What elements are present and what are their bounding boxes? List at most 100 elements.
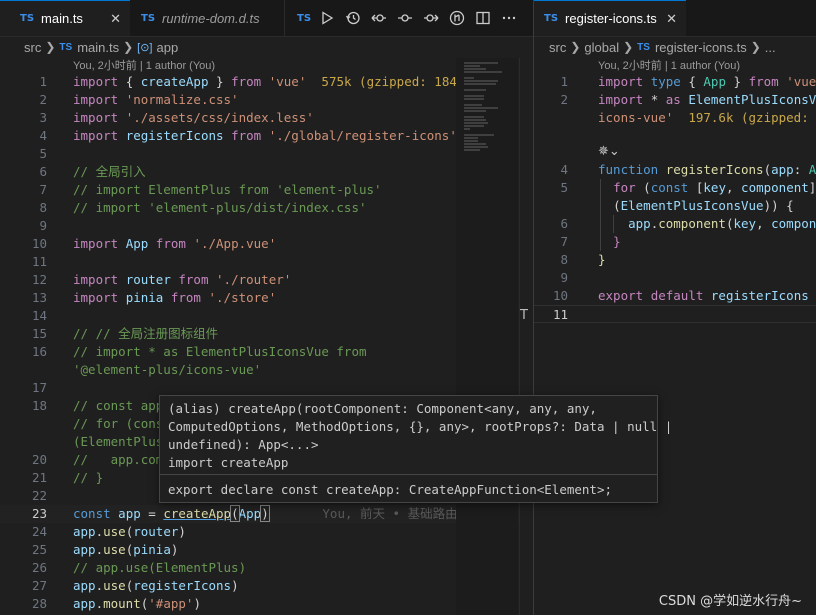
tab-main-ts[interactable]: TS main.ts ✕ [0, 0, 130, 36]
tab-runtime-dom[interactable]: TS runtime-dom.d.ts [130, 0, 285, 36]
code-line: 26// app.use(ElementPlus) [31, 560, 247, 575]
code-line: 7// import ElementPlus from 'element-plu… [39, 182, 382, 197]
code-line: 1 import { createApp } from 'vue' 575k (g… [39, 74, 487, 89]
code-line: 16// import * as ElementPlusIconsVue fro… [31, 344, 367, 359]
vertical-scrollbar[interactable] [519, 58, 533, 615]
sash-icon[interactable]: T [520, 308, 532, 323]
code-line: 5 [39, 146, 47, 161]
tab-label: runtime-dom.d.ts [162, 10, 260, 26]
chevron-right-icon: ❯ [45, 40, 56, 54]
minimap-line [464, 140, 478, 142]
minimap-line [464, 116, 484, 118]
code-line: 8// import 'element-plus/dist/index.css' [39, 200, 367, 215]
minimap-line [464, 98, 484, 100]
code-line: 24 app.use(router) [31, 524, 186, 539]
git-compare-icon[interactable] [444, 0, 470, 36]
tab-label: register-icons.ts [565, 11, 657, 26]
code-line: 3 import './assets/css/index.less' [39, 110, 314, 125]
minimap-line [464, 122, 488, 124]
code-line: 28 app.mount('#app') [31, 596, 201, 611]
ts-file-icon: TS [59, 41, 73, 53]
minimap-line [464, 137, 478, 139]
editor-group-left: TS main.ts ✕ TS runtime-dom.d.ts TS src … [0, 0, 533, 615]
hover-tooltip: (alias) createApp(rootComponent: Compone… [159, 395, 672, 503]
minimap-line [464, 125, 484, 127]
code-line: 1import type { App } from 'vue' [560, 74, 816, 89]
code-action-icon[interactable]: ✵⌄ [598, 144, 620, 159]
code-line-current: 11 [534, 305, 816, 323]
ts-file-icon: TS [20, 13, 35, 24]
code-line: icons-vue' 197.6k (gzipped: 44.1k) [598, 110, 809, 125]
go-forward-icon[interactable] [418, 0, 444, 36]
code-line: 13 import pinia from './store' [31, 290, 277, 305]
breadcrumb-file[interactable]: register-icons.ts [655, 40, 747, 55]
tab-register-icons[interactable]: TS register-icons.ts ✕ [534, 0, 686, 36]
ts-file-icon: TS [141, 12, 156, 24]
breadcrumb-symbol[interactable]: app [157, 40, 179, 55]
tab-bar-right: TS register-icons.ts ✕ [534, 0, 816, 37]
breadcrumb: src ❯ TS main.ts ❯ [⊙] app [0, 36, 533, 58]
code-line: 2import * as ElementPlusIconsVue from '@… [560, 92, 816, 107]
close-icon[interactable]: ✕ [110, 11, 121, 27]
chevron-right-icon: ❯ [123, 40, 134, 54]
close-icon[interactable]: ✕ [666, 11, 677, 27]
breadcrumb-ellipsis[interactable]: ... [765, 40, 776, 55]
commit-icon[interactable] [392, 0, 418, 36]
hover-import-line: import createApp [168, 455, 289, 470]
minimap-line [464, 119, 486, 121]
chevron-right-icon: ❯ [570, 40, 581, 54]
minimap-line [464, 80, 498, 82]
breadcrumb-file[interactable]: main.ts [77, 40, 119, 55]
minimap-line [464, 149, 480, 151]
code-line: 10 import App from './App.vue' [31, 236, 277, 251]
minimap-line [464, 68, 486, 70]
minimap-line [464, 62, 498, 64]
code-line: 12 import router from './router' [31, 272, 292, 287]
history-icon[interactable] [340, 0, 366, 36]
minimap-line [464, 95, 484, 97]
code-line: 9 [560, 270, 568, 285]
play-icon[interactable] [314, 0, 340, 36]
code-line: 9 [39, 218, 47, 233]
more-icon[interactable] [496, 0, 522, 36]
code-line: 14 [31, 308, 47, 323]
code-line: 27 app.use(registerIcons) [31, 578, 239, 593]
code-line: 10 export default registerIcons [552, 288, 809, 303]
ts-file-icon: TS [544, 13, 559, 24]
tab-label: main.ts [41, 11, 83, 26]
code-line: 6// 全局引入 [39, 164, 146, 179]
code-line: 25 app.use(pinia) [31, 542, 179, 557]
variable-symbol-icon: [⊙] [137, 41, 153, 54]
split-editor-icon[interactable] [470, 0, 496, 36]
minimap-line [464, 104, 482, 106]
minimap-line [464, 134, 494, 136]
minimap-line [464, 77, 474, 79]
indent-guide [600, 179, 601, 251]
editor-group-right: TS register-icons.ts ✕ src ❯ global ❯ TS… [534, 0, 816, 615]
minimap-line [464, 107, 498, 109]
breadcrumb-subfolder[interactable]: global [584, 40, 619, 55]
hover-signature-line: undefined): App<...> [168, 437, 319, 452]
code-line-current: 23 const app = createApp(App) You, 前天 • 基… [0, 505, 533, 523]
minimap-line [464, 89, 486, 91]
code-line: 5 for (const [key, component] of Object [560, 180, 816, 195]
code-line: 6 app.component(key, component) [560, 216, 816, 231]
hover-signature-line: ComputedOptions, MethodOptions, {}, any>… [168, 419, 673, 434]
minimap[interactable] [456, 58, 518, 615]
chevron-right-icon: ❯ [623, 40, 634, 54]
breadcrumb-folder[interactable]: src [24, 40, 41, 55]
tab-overflow[interactable]: TS [285, 0, 315, 36]
code-line: 11 [31, 254, 47, 269]
code-line: 15// // 全局注册图标组件 [31, 326, 219, 341]
hover-declaration: export declare const createApp: CreateAp… [168, 482, 613, 497]
code-line: '@element-plus/icons-vue' [73, 362, 262, 377]
go-back-icon[interactable] [366, 0, 392, 36]
code-line: 8} [560, 252, 606, 267]
breadcrumb-folder[interactable]: src [549, 40, 566, 55]
minimap-line [464, 128, 470, 130]
watermark: CSDN @学如逆水行舟~ [658, 594, 802, 609]
code-line: 4 import registerIcons from './global/reg… [39, 128, 457, 143]
minimap-line [464, 146, 488, 148]
ts-file-icon: TS [637, 41, 650, 53]
